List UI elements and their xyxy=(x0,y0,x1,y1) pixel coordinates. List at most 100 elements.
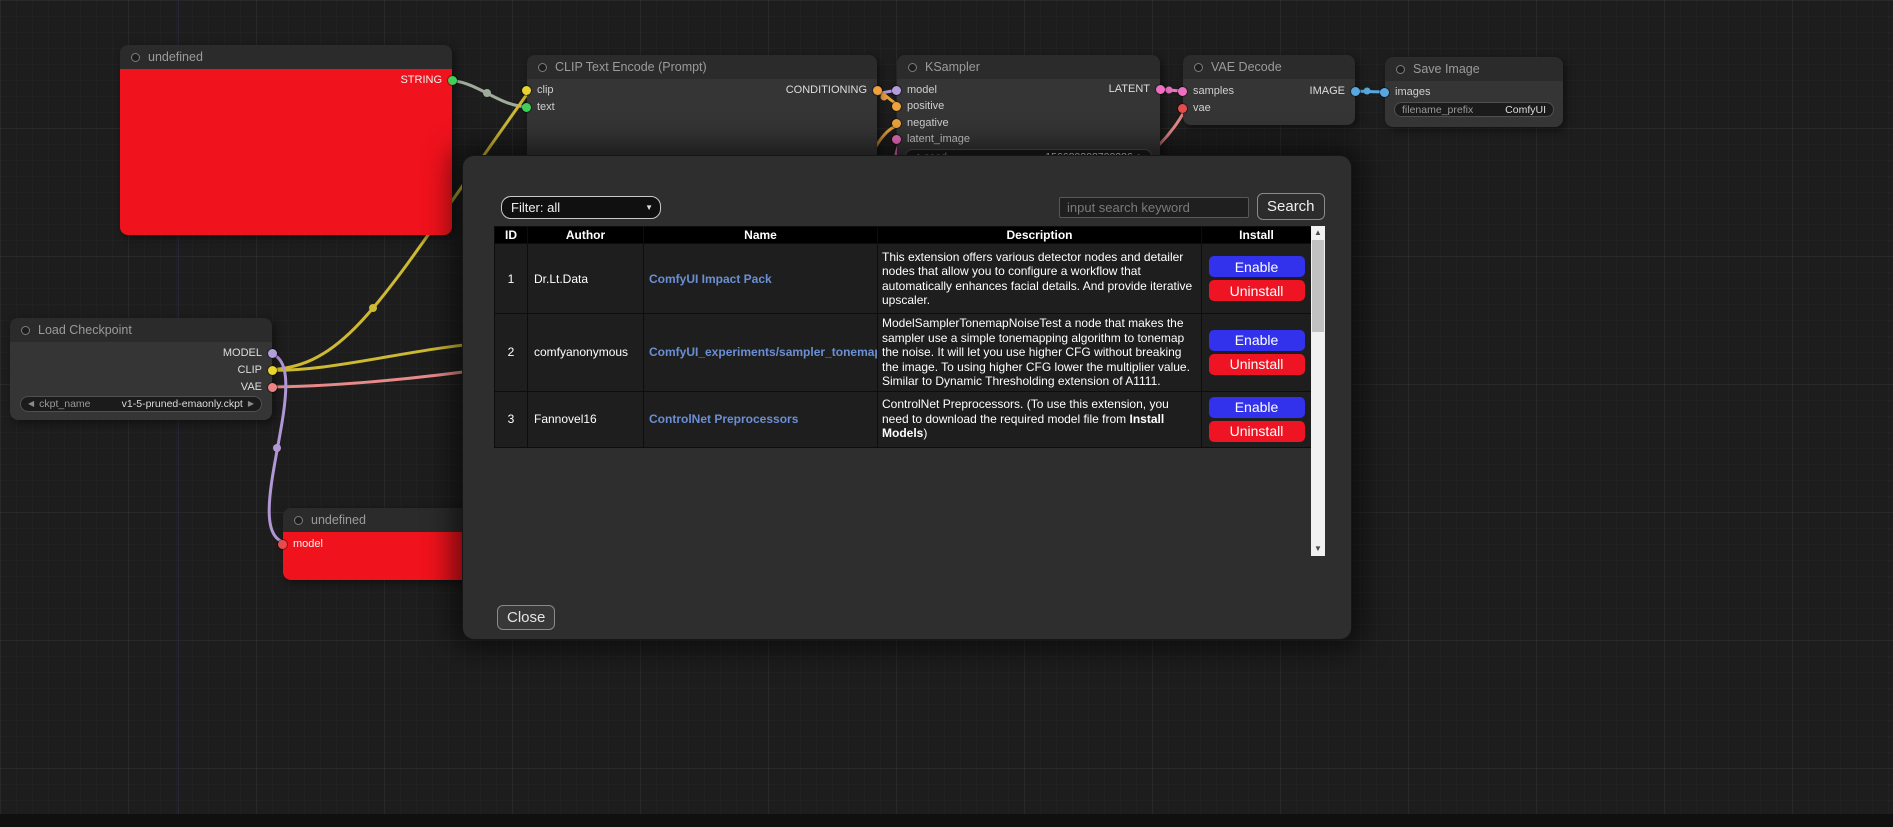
port-dot-icon[interactable] xyxy=(1178,104,1187,113)
header-description: Description xyxy=(878,227,1202,244)
output-port-latent[interactable]: LATENT xyxy=(1109,82,1165,96)
cell-id: 3 xyxy=(495,391,528,447)
port-label: samples xyxy=(1193,85,1234,97)
collapse-dot-icon[interactable] xyxy=(21,326,30,335)
collapse-dot-icon[interactable] xyxy=(294,516,303,525)
search-input[interactable] xyxy=(1059,197,1249,218)
input-port-negative[interactable]: negative xyxy=(892,116,949,130)
cell-author: Fannovel16 xyxy=(528,391,644,447)
output-port-string[interactable]: STRING xyxy=(400,73,457,87)
port-dot-icon[interactable] xyxy=(522,86,531,95)
enable-button[interactable]: Enable xyxy=(1209,330,1305,351)
port-label: model xyxy=(293,538,323,550)
port-label: model xyxy=(907,84,937,96)
scrollbar-thumb[interactable] xyxy=(1312,240,1324,332)
wire-midpoint-dot xyxy=(273,444,281,452)
node-load-checkpoint[interactable]: Load Checkpoint MODEL CLIP VAE ◀ ckpt_na… xyxy=(10,318,272,420)
extension-link[interactable]: ControlNet Preprocessors xyxy=(649,412,798,426)
node-body xyxy=(120,69,452,235)
port-dot-icon[interactable] xyxy=(1156,85,1165,94)
widget-value: v1-5-pruned-emaonly.ckpt xyxy=(122,398,243,410)
node-title-bar[interactable]: Save Image xyxy=(1385,57,1563,81)
node-title: Load Checkpoint xyxy=(38,323,132,337)
output-port-clip[interactable]: CLIP xyxy=(238,363,277,377)
port-dot-icon[interactable] xyxy=(1351,87,1360,96)
collapse-dot-icon[interactable] xyxy=(1396,65,1405,74)
output-port-image[interactable]: IMAGE xyxy=(1310,84,1360,98)
search-button[interactable]: Search xyxy=(1257,193,1325,220)
port-dot-icon[interactable] xyxy=(448,76,457,85)
ckpt-name-widget[interactable]: ◀ ckpt_name v1-5-pruned-emaonly.ckpt ▶ xyxy=(20,396,262,412)
extension-link[interactable]: ComfyUI Impact Pack xyxy=(649,272,772,286)
port-label: clip xyxy=(537,84,554,96)
enable-button[interactable]: Enable xyxy=(1209,397,1305,418)
wire-midpoint-dot xyxy=(1166,87,1173,94)
input-port-clip[interactable]: clip xyxy=(522,83,554,97)
node-save-image[interactable]: Save Image images filename_prefix ComfyU… xyxy=(1385,57,1563,127)
output-port-vae[interactable]: VAE xyxy=(241,380,277,394)
decrement-arrow-icon[interactable]: ◀ xyxy=(28,400,34,408)
node-vae-decode[interactable]: VAE Decode samples vae IMAGE xyxy=(1183,55,1355,125)
collapse-dot-icon[interactable] xyxy=(131,53,140,62)
port-dot-icon[interactable] xyxy=(1178,87,1187,96)
output-port-model[interactable]: MODEL xyxy=(223,346,277,360)
cell-install: Enable Uninstall xyxy=(1202,314,1312,392)
port-dot-icon[interactable] xyxy=(268,349,277,358)
port-dot-icon[interactable] xyxy=(1380,88,1389,97)
input-port-images[interactable]: images xyxy=(1380,85,1430,99)
scrollbar-down-icon[interactable]: ▼ xyxy=(1311,542,1325,556)
uninstall-button[interactable]: Uninstall xyxy=(1209,421,1305,442)
node-title-bar[interactable]: undefined xyxy=(120,45,452,69)
port-dot-icon[interactable] xyxy=(892,119,901,128)
port-dot-icon[interactable] xyxy=(522,103,531,112)
extensions-table: ID Author Name Description Install 1 Dr.… xyxy=(494,226,1312,448)
port-label: STRING xyxy=(400,74,442,86)
node-title-bar[interactable]: KSampler xyxy=(897,55,1160,79)
cell-description: ControlNet Preprocessors. (To use this e… xyxy=(878,391,1202,447)
filename-prefix-widget[interactable]: filename_prefix ComfyUI xyxy=(1394,102,1554,117)
port-dot-icon[interactable] xyxy=(268,366,277,375)
uninstall-button[interactable]: Uninstall xyxy=(1209,354,1305,375)
close-button[interactable]: Close xyxy=(497,605,555,630)
port-dot-icon[interactable] xyxy=(278,540,287,549)
input-port-text[interactable]: text xyxy=(522,100,555,114)
cell-name: ControlNet Preprocessors xyxy=(644,391,878,447)
collapse-dot-icon[interactable] xyxy=(538,63,547,72)
table-scrollbar[interactable]: ▲ ▼ xyxy=(1311,226,1325,556)
cell-description: ModelSamplerTonemapNoiseTest a node that… xyxy=(878,314,1202,392)
increment-arrow-icon[interactable]: ▶ xyxy=(248,400,254,408)
extension-link[interactable]: ComfyUI_experiments/sampler_tonemap xyxy=(649,345,878,359)
node-undefined-top[interactable]: undefined STRING xyxy=(120,45,452,235)
node-title: CLIP Text Encode (Prompt) xyxy=(555,60,707,74)
collapse-dot-icon[interactable] xyxy=(908,63,917,72)
collapse-dot-icon[interactable] xyxy=(1194,63,1203,72)
input-port-positive[interactable]: positive xyxy=(892,99,944,113)
cell-install: Enable Uninstall xyxy=(1202,244,1312,314)
input-port-samples[interactable]: samples xyxy=(1178,84,1234,98)
node-clip-text-encode[interactable]: CLIP Text Encode (Prompt) clip text COND… xyxy=(527,55,877,165)
input-port-vae[interactable]: vae xyxy=(1178,101,1211,115)
port-label: negative xyxy=(907,117,949,129)
port-label: vae xyxy=(1193,102,1211,114)
node-title-bar[interactable]: VAE Decode xyxy=(1183,55,1355,79)
port-dot-icon[interactable] xyxy=(892,86,901,95)
port-dot-icon[interactable] xyxy=(892,135,901,144)
port-dot-icon[interactable] xyxy=(268,383,277,392)
node-title-bar[interactable]: CLIP Text Encode (Prompt) xyxy=(527,55,877,79)
filter-select[interactable]: Filter: all xyxy=(501,196,661,219)
table-row: 1 Dr.Lt.Data ComfyUI Impact Pack This ex… xyxy=(495,244,1312,314)
input-port-latent-image[interactable]: latent_image xyxy=(892,132,970,146)
custom-nodes-manager-dialog: Filter: all ▼ Search ID Author Name Desc… xyxy=(462,155,1352,640)
input-port-model[interactable]: model xyxy=(892,83,937,97)
enable-button[interactable]: Enable xyxy=(1209,256,1305,277)
node-ksampler[interactable]: KSampler model positive negative latent_… xyxy=(897,55,1160,170)
port-dot-icon[interactable] xyxy=(873,86,882,95)
uninstall-button[interactable]: Uninstall xyxy=(1209,280,1305,301)
scrollbar-up-icon[interactable]: ▲ xyxy=(1311,226,1325,240)
input-port-model[interactable]: model xyxy=(278,537,323,551)
header-author: Author xyxy=(528,227,644,244)
cell-id: 2 xyxy=(495,314,528,392)
port-dot-icon[interactable] xyxy=(892,102,901,111)
output-port-conditioning[interactable]: CONDITIONING xyxy=(786,83,882,97)
node-title-bar[interactable]: Load Checkpoint xyxy=(10,318,272,342)
